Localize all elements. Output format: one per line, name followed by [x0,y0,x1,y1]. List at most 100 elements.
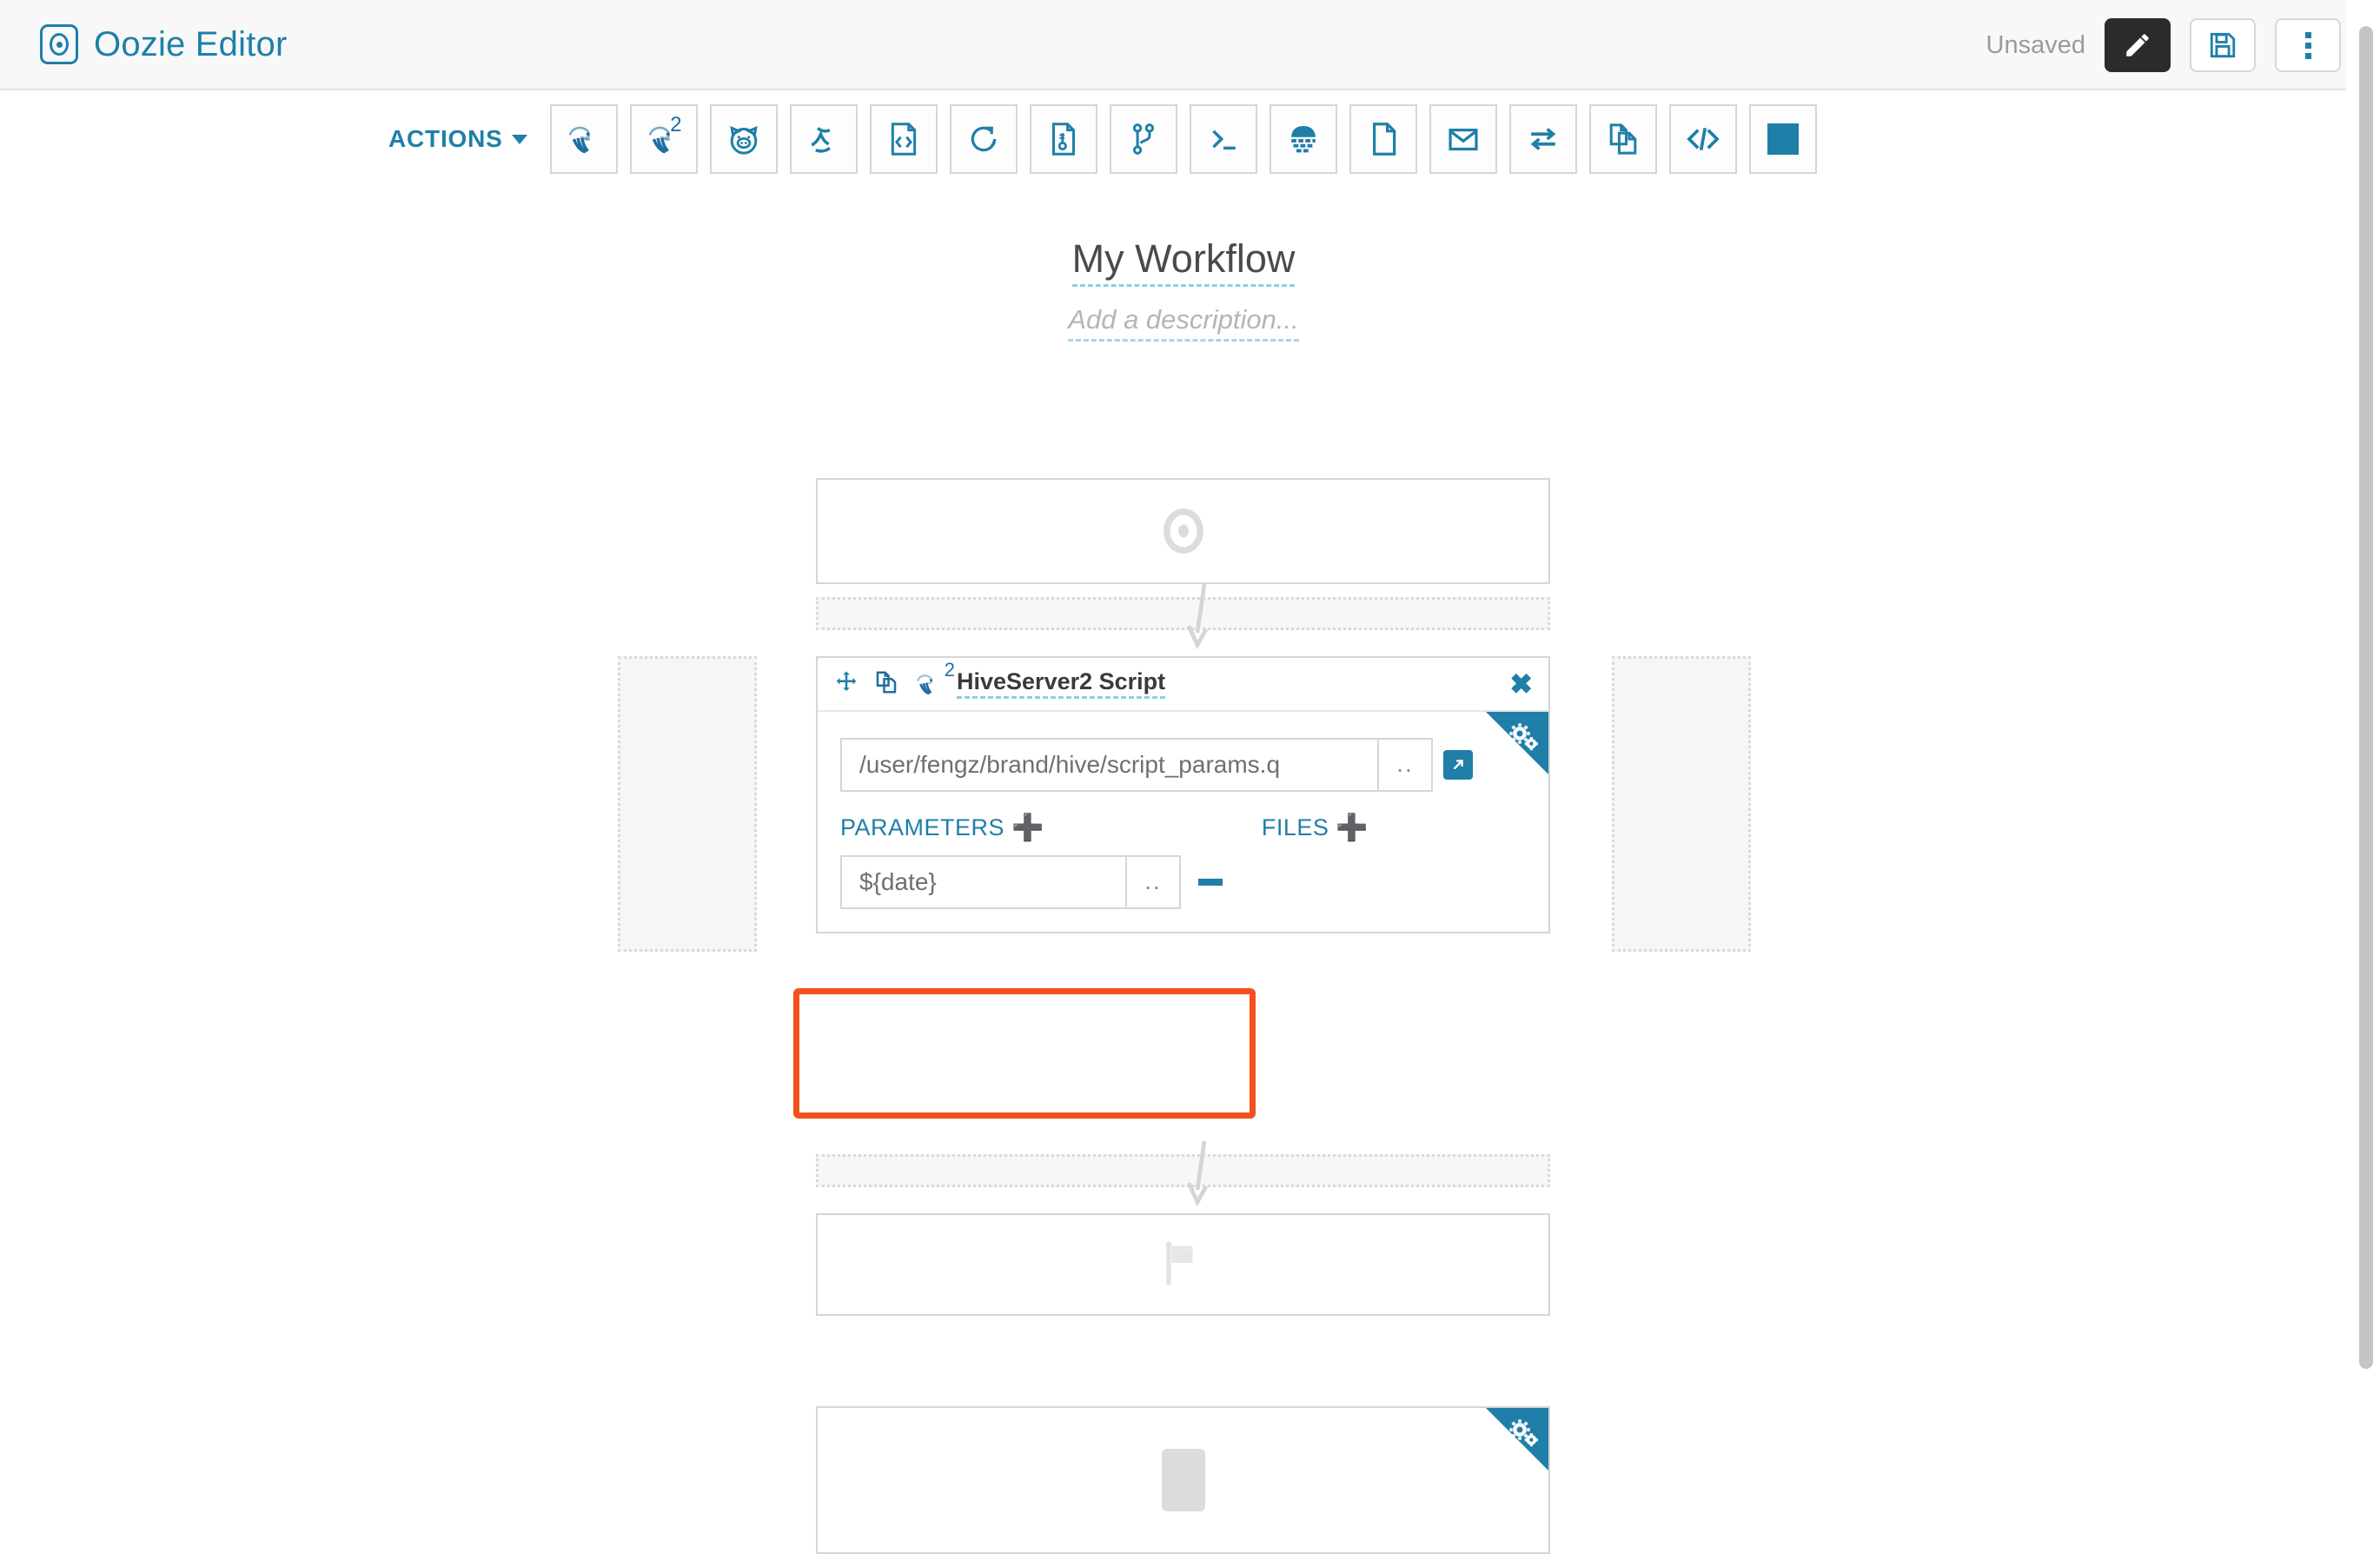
workflow-canvas: My Workflow Add a description... 2 HiveS… [0,188,2367,1554]
app-title: Oozie Editor [94,24,288,63]
scrollbar-track[interactable] [2346,0,2380,1369]
pig-head-icon [729,125,758,155]
copy-documents-icon [1609,123,1636,155]
action-item-pig-script[interactable] [709,104,778,174]
duplicate-icon[interactable] [873,669,899,700]
move-arrows-icon[interactable] [833,669,859,700]
checkered-flag-icon [1165,1241,1193,1285]
action-node-wrap: 2 HiveServer2 Script ✖ /user/fengz/brand… [816,656,1550,933]
action-icon-list: 2 [549,104,1817,174]
kebab-menu-icon [2304,31,2311,59]
keyboard-icon [1290,126,1316,153]
action-item-generic[interactable] [1668,104,1737,174]
kill-node[interactable] [816,1406,1550,1554]
envelope-icon [1449,129,1478,151]
close-x-icon[interactable]: ✖ [1509,670,1533,698]
parameters-add-button[interactable]: ➕ [1011,814,1044,841]
gears-icon [1507,721,1541,760]
script-path-input[interactable]: /user/fengz/brand/hive/script_params.q [840,738,1379,792]
scrollbar-thumb[interactable] [2359,26,2373,1369]
bottom-node-wrap [816,1406,1550,1554]
parameters-label: PARAMETERS ➕ [840,813,1044,842]
action-item-java[interactable] [869,104,938,174]
document-thermometer-icon [1051,123,1075,156]
actions-dropdown[interactable]: ACTIONS [388,125,527,153]
workflow-description-input[interactable]: Add a description... [1068,304,1299,342]
chevron-down-icon [511,134,527,144]
code-document-icon [891,123,916,156]
blank-document-icon [1372,123,1396,156]
actions-toolbar: ACTIONS 2 [0,90,2367,188]
start-node[interactable] [816,478,1550,584]
filled-square-icon [1767,123,1799,155]
action-item-shell[interactable] [1189,104,1257,174]
brand: Oozie Editor [40,24,288,64]
end-node-wrap [816,1213,1550,1316]
end-node[interactable] [816,1213,1550,1316]
action-item-mapreduce[interactable] [1029,104,1097,174]
parameter-browse-button[interactable]: .. [1127,855,1181,909]
save-button[interactable] [2190,18,2256,72]
hive-bee-icon [917,674,933,695]
two-way-arrows-icon [1530,128,1555,150]
start-target-icon [1163,508,1203,554]
app-header: Oozie Editor Unsaved [0,0,2367,90]
spark-icon [810,127,831,153]
action-item-sqoop[interactable] [949,104,1018,174]
minus-icon[interactable] [1198,879,1223,886]
action-node-card[interactable]: 2 HiveServer2 Script ✖ /user/fengz/brand… [816,656,1550,933]
more-options-button[interactable] [2275,18,2341,72]
connector-arrow-icon [1186,583,1208,650]
script-path-row: /user/fengz/brand/hive/script_params.q .… [840,738,1526,792]
action-item-fork[interactable] [1109,104,1177,174]
action-node-body: /user/fengz/brand/hive/script_params.q .… [818,712,1548,932]
action-item-hiveserver2-script[interactable]: 2 [629,104,698,174]
highlight-annotation [793,988,1256,1119]
action-item-hive-script[interactable] [549,104,618,174]
parameters-files-header: PARAMETERS ➕ FILES ➕ [840,814,1526,841]
drop-zone[interactable] [816,583,1550,650]
hive-bee-icon [568,126,590,154]
drop-zone-left[interactable] [618,656,757,952]
angle-brackets-icon [1686,128,1720,150]
connector-arrow-icon [1186,1140,1208,1207]
floppy-disk-icon [2210,32,2236,58]
oozie-logo-icon [40,24,78,64]
files-label: FILES ➕ [1261,813,1369,842]
start-node-wrap [816,478,1550,584]
terminal-prompt-icon [1211,130,1236,150]
action-item-distcp[interactable] [1269,104,1337,174]
circle-arrow-icon [971,126,996,152]
files-add-button[interactable]: ➕ [1336,814,1369,841]
dropzone-wrap-1 [816,583,1550,650]
parameter-value-input[interactable]: ${date} [840,855,1127,909]
dropzone-wrap-2 [816,1140,1550,1207]
workflow-description-row: Add a description... [0,304,2367,342]
save-status: Unsaved [1986,30,2085,59]
action-item-spark[interactable] [789,104,858,174]
action-item-streaming[interactable] [1508,104,1577,174]
parameter-row: ${date} .. [840,855,1526,909]
workflow-title-row: My Workflow [0,238,2367,288]
branch-icon [1132,123,1154,155]
gears-icon [1507,1417,1541,1456]
action-item-subworkflow[interactable] [1588,104,1657,174]
action-item-kill[interactable] [1748,104,1817,174]
action-node-header: 2 HiveServer2 Script ✖ [818,658,1548,712]
action-item-email[interactable] [1429,104,1497,174]
script-path-browse-button[interactable]: .. [1379,738,1433,792]
external-link-icon[interactable] [1443,750,1473,780]
edit-button[interactable] [2105,18,2171,72]
action-node-type-icon: 2 [913,659,955,699]
action-badge: 2 [670,113,682,136]
header-actions: Unsaved [1986,0,2341,90]
action-node-badge: 2 [944,659,955,681]
drop-zone-right[interactable] [1612,656,1751,952]
action-node-title[interactable]: HiveServer2 Script [957,668,1166,700]
pencil-icon [2126,34,2149,56]
drop-zone[interactable] [816,1140,1550,1207]
actions-label: ACTIONS [388,125,503,152]
action-item-fs[interactable] [1349,104,1417,174]
kill-square-icon [1161,1449,1205,1511]
workflow-title[interactable]: My Workflow [1071,238,1296,288]
